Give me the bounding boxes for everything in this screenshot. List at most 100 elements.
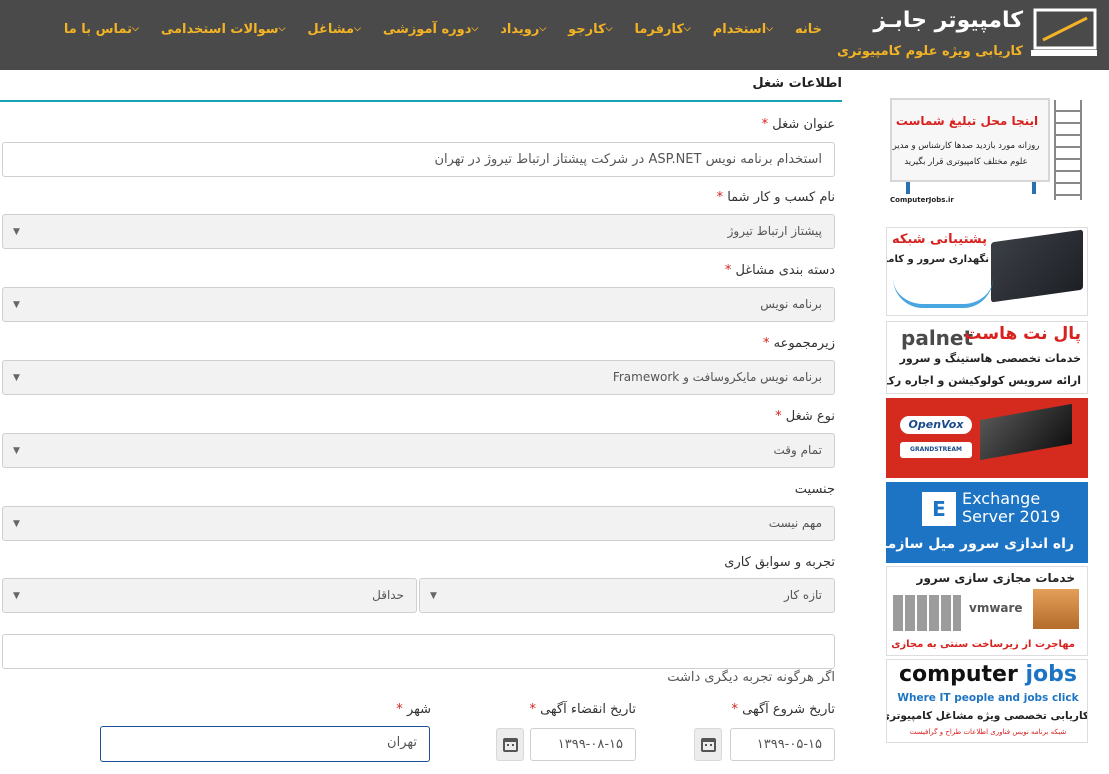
gender-value: مهم نیست <box>768 516 822 530</box>
experience-minimum-select[interactable]: حداقل ▼ <box>2 578 417 613</box>
logo-subtitle: کاریابی ویژه علوم کامپیوتری <box>836 44 1023 59</box>
other-experience-hint: اگر هرگونه تجربه دیگری داشت <box>667 670 835 685</box>
ad-palnet-line2: ارائه سرویس کولوکیشن و اجاره رک <box>886 374 1081 387</box>
job-title-value: استخدام برنامه نویس ASP.NET در شرکت پیشت… <box>434 152 822 167</box>
caret-down-icon: ▼ <box>13 519 20 529</box>
expire-date-input[interactable]: ۱۳۹۹-۰۸-۱۵ <box>530 728 636 761</box>
business-name-value: پیشتاز ارتباط تیروژ <box>727 224 822 238</box>
menu-item-employer[interactable]: کارفرما ⌵ <box>625 14 703 44</box>
experience-minimum-value: حداقل <box>372 588 404 602</box>
chevron-down-icon: ⌵ <box>605 24 613 34</box>
ad-palnet-line1: خدمات تخصصی هاستینگ و سرور <box>899 352 1081 365</box>
logo-title: کامپیوتر جابـز <box>873 8 1023 33</box>
subcategory-label-text: زیرمجموعه <box>773 336 835 351</box>
chevron-down-icon: ⌵ <box>539 24 547 34</box>
section-divider <box>0 100 842 102</box>
ad-exchange-title: Exchange Server 2019 <box>962 490 1060 526</box>
menu-label: کارفرما <box>634 21 684 37</box>
menu-label: رویداد <box>500 21 540 37</box>
subcategory-value: برنامه نویس مایکروسافت و Framework <box>612 370 822 384</box>
menu-item-events[interactable]: رویداد ⌵ <box>491 14 559 44</box>
menu-label: کارجو <box>568 21 606 37</box>
job-type-label: نوع شغل * <box>775 409 835 424</box>
vmware-logo: vmware <box>969 601 1023 615</box>
job-title-label-text: عنوان شغل <box>772 117 835 132</box>
category-select[interactable]: برنامه نویس ▼ <box>2 287 835 322</box>
ad-palnet-host[interactable]: palnet پال نت هاست خدمات تخصصی هاستینگ و… <box>886 321 1088 394</box>
job-type-select[interactable]: تمام وقت ▼ <box>2 433 835 468</box>
caret-down-icon: ▼ <box>430 591 437 601</box>
subcategory-select[interactable]: برنامه نویس مایکروسافت و Framework ▼ <box>2 360 835 395</box>
calendar-icon <box>503 738 518 752</box>
grandstream-logo: GRANDSTREAM <box>900 442 972 458</box>
ad-exchange-title-line2: Server 2019 <box>962 507 1061 526</box>
caret-down-icon: ▼ <box>13 373 20 383</box>
business-name-label-text: نام کسب و کار شما <box>727 190 835 205</box>
palnet-logo: palnet <box>901 326 974 350</box>
ad-computer-jobs[interactable]: computer jobs Where IT people and jobs c… <box>886 659 1088 743</box>
caret-down-icon: ▼ <box>13 591 20 601</box>
start-date-input[interactable]: ۱۳۹۹-۰۵-۱۵ <box>730 728 835 761</box>
cj-logo-word2: jobs <box>1025 662 1077 687</box>
billboard-title: اینجا محل تبلیغ شماست <box>895 114 1039 128</box>
ad-billboard[interactable]: اینجا محل تبلیغ شماست روزانه مورد بازدید… <box>886 96 1088 206</box>
ladder-icon <box>1054 100 1082 200</box>
cj-line2: شبکه برنامه نویس فناوری اطلاعات طراح و گ… <box>909 728 1067 736</box>
start-date-calendar-button[interactable] <box>694 728 722 761</box>
physical-servers-image <box>893 595 961 631</box>
section-title: اطلاعات شغل <box>752 76 842 91</box>
start-date-value: ۱۳۹۹-۰۵-۱۵ <box>756 737 822 752</box>
experience-level-select[interactable]: تازه کار ▼ <box>419 578 835 613</box>
chevron-down-icon: ⌵ <box>354 24 361 34</box>
server-rack-image <box>980 403 1072 461</box>
chevron-down-icon: ⌵ <box>766 24 773 34</box>
subcategory-label: زیرمجموعه * <box>763 336 835 351</box>
city-label: شهر * <box>396 702 431 717</box>
ad-vmware-title: خدمات مجازی سازی سرور <box>916 571 1075 585</box>
cj-logo: computer jobs <box>887 662 1087 687</box>
required-mark: * <box>724 263 732 278</box>
openvox-logo: OpenVox <box>900 416 972 434</box>
job-type-label-text: نوع شغل <box>785 409 835 424</box>
required-mark: * <box>529 702 536 717</box>
ad-exchange-server[interactable]: E Exchange Server 2019 راه اندازی سرور م… <box>886 482 1088 563</box>
menu-item-hiring[interactable]: استخدام ⌵ <box>704 14 786 44</box>
gender-select[interactable]: مهم نیست ▼ <box>2 506 835 541</box>
caret-down-icon: ▼ <box>13 300 20 310</box>
site-logo[interactable]: کامپیوتر جابـز کاریابی ویژه علوم کامپیوت… <box>837 4 1103 66</box>
menu-item-courses[interactable]: دوره آموزشی ⌵ <box>374 14 491 44</box>
chevron-down-icon: ⌵ <box>683 24 691 34</box>
billboard-brand: ComputerJobs.ir <box>890 196 954 204</box>
menu-item-jobseeker[interactable]: کارجو ⌵ <box>559 14 625 44</box>
menu-item-home[interactable]: خانه <box>786 14 831 44</box>
ad-vmware[interactable]: خدمات مجازی سازی سرور vmware مهاجرت از ز… <box>886 566 1088 656</box>
chevron-down-icon: ⌵ <box>278 24 286 34</box>
ad-openvox[interactable]: OpenVox GRANDSTREAM <box>886 398 1088 478</box>
main-menu: خانه استخدام ⌵ کارفرما ⌵ کارجو ⌵ رویداد ⌵ دو… <box>55 14 831 44</box>
job-title-input[interactable]: استخدام برنامه نویس ASP.NET در شرکت پیشت… <box>2 142 835 177</box>
menu-item-contact[interactable]: تماس با ما ⌵ <box>55 14 152 44</box>
top-navbar: کامپیوتر جابـز کاریابی ویژه علوم کامپیوت… <box>0 0 1109 70</box>
business-name-select[interactable]: پیشتاز ارتباط تیروژ ▼ <box>2 214 835 249</box>
virtual-server-image <box>1033 589 1079 629</box>
job-type-value: تمام وقت <box>773 443 823 457</box>
expire-date-calendar-button[interactable] <box>496 728 524 761</box>
city-input[interactable]: تهران <box>100 726 430 762</box>
exchange-icon: E <box>922 492 956 526</box>
category-label: دسته بندی مشاغل * <box>725 263 835 278</box>
menu-item-jobs[interactable]: مشاغل ⌵ <box>298 14 373 44</box>
other-experience-input[interactable] <box>2 634 835 669</box>
gender-label: جنسیت <box>795 482 835 497</box>
menu-item-interview-questions[interactable]: سوالات استخدامی ⌵ <box>152 14 299 44</box>
ad-network-support[interactable]: پشتیبانی شبکه نگهداری سرور و کامپیوتر <box>886 227 1088 316</box>
billboard-legs <box>906 182 1036 194</box>
experience-label: تجربه و سوابق کاری <box>724 555 835 570</box>
chevron-down-icon: ⌵ <box>471 24 479 34</box>
required-mark: * <box>716 190 724 205</box>
calendar-icon <box>701 738 716 752</box>
menu-label: تماس با ما <box>63 21 132 37</box>
required-mark: * <box>762 336 770 351</box>
menu-label: سوالات استخدامی <box>160 21 279 37</box>
menu-label: مشاغل <box>307 21 355 37</box>
experience-label-text: تجربه و سوابق کاری <box>724 555 835 570</box>
